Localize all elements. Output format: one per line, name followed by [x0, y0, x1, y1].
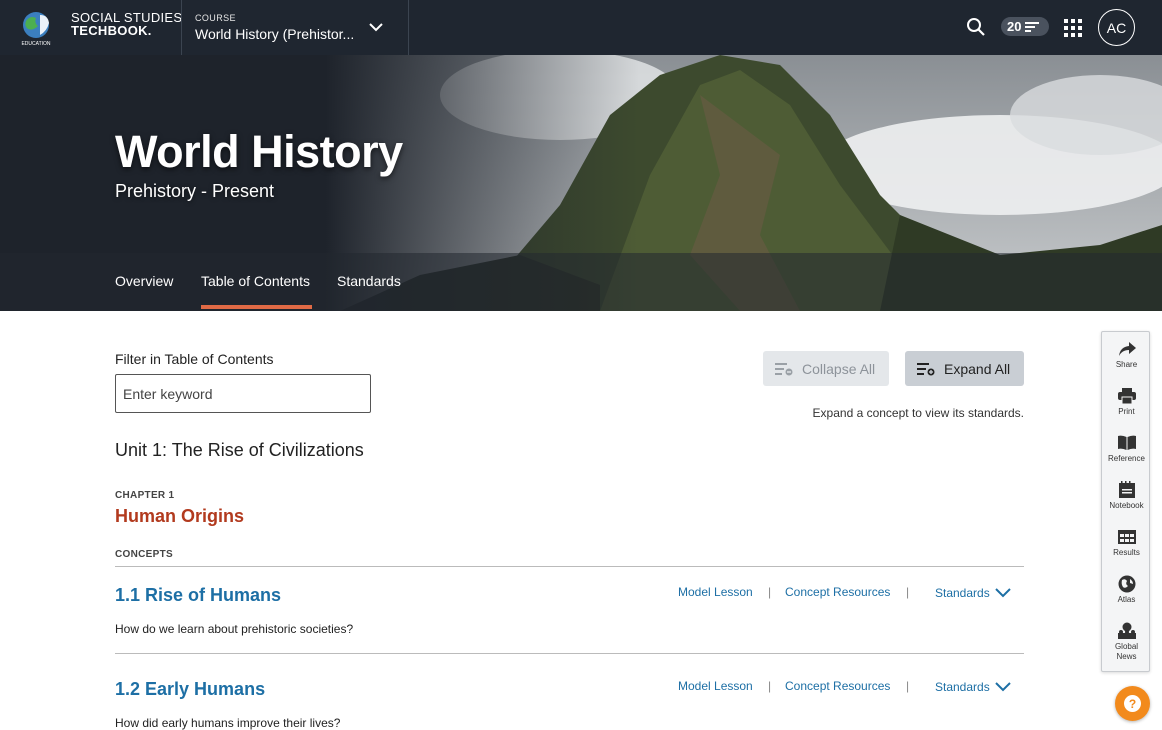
model-lesson-link[interactable]: Model Lesson [678, 679, 753, 693]
sidebar-label: News [1116, 652, 1137, 661]
collapse-list-icon [775, 362, 793, 375]
expand-list-icon [917, 362, 935, 375]
expand-all-label: Expand All [944, 360, 1011, 377]
print-button[interactable]: Print [1102, 387, 1151, 417]
course-name: World History (Prehistor... [195, 26, 355, 42]
tab-standards[interactable]: Standards [337, 273, 401, 289]
apps-grid-icon[interactable] [1064, 19, 1082, 37]
link-separator: | [906, 585, 910, 599]
reference-button[interactable]: Reference [1102, 434, 1151, 464]
share-button[interactable]: Share [1102, 340, 1151, 370]
concepts-label: CONCEPTS [115, 549, 173, 560]
course-label: COURSE [195, 13, 236, 23]
user-avatar[interactable]: AC [1098, 9, 1135, 46]
chapter-title[interactable]: Human Origins [115, 506, 244, 527]
standards-toggle[interactable]: Standards [935, 586, 990, 600]
globe-icon [1118, 575, 1135, 593]
help-button[interactable]: ? [1115, 686, 1150, 721]
notification-badge[interactable]: 20 [1001, 17, 1049, 36]
sidebar-label: Reference [1108, 454, 1145, 463]
notification-count: 20 [1007, 19, 1022, 34]
model-lesson-link[interactable]: Model Lesson [678, 585, 753, 599]
chevron-down-icon[interactable] [995, 588, 1011, 598]
filter-keyword-input[interactable] [115, 374, 371, 413]
link-separator: | [906, 679, 910, 693]
chevron-down-icon[interactable] [995, 682, 1011, 692]
unit-title: Unit 1: The Rise of Civilizations [115, 440, 364, 460]
notebook-button[interactable]: Notebook [1102, 481, 1151, 511]
page-subtitle: Prehistory - Present [115, 181, 275, 201]
divider [115, 653, 1024, 654]
concept-resources-link[interactable]: Concept Resources [785, 585, 890, 599]
divider [181, 0, 182, 55]
sidebar-label: Print [1118, 407, 1135, 416]
tool-sidebar: Share Print Reference Notebook Results A… [1101, 331, 1150, 672]
collapse-all-label: Collapse All [802, 360, 876, 377]
brand-line2: TECHBOOK. [71, 23, 152, 38]
concept-question: How did early humans improve their lives… [115, 716, 341, 730]
discovery-education-logo[interactable]: EDUCATION [14, 9, 58, 47]
global-news-button[interactable]: Global News [1102, 622, 1151, 662]
tab-overview[interactable]: Overview [115, 273, 173, 289]
divider [408, 0, 409, 55]
expand-all-button[interactable]: Expand All [905, 351, 1024, 386]
results-icon [1117, 530, 1136, 544]
sidebar-label: Atlas [1117, 595, 1136, 604]
link-separator: | [768, 585, 772, 599]
concept-title-1-1[interactable]: 1.1 Rise of Humans [115, 585, 281, 606]
question-mark-icon: ? [1124, 695, 1141, 712]
logo-sub: EDUCATION [21, 41, 50, 47]
concept-question: How do we learn about prehistoric societ… [115, 622, 354, 636]
search-icon[interactable] [966, 17, 986, 37]
book-icon [1117, 435, 1136, 450]
sidebar-label: Share [1115, 360, 1138, 369]
concept-title-1-2[interactable]: 1.2 Early Humans [115, 679, 265, 700]
sidebar-label: Notebook [1109, 501, 1144, 510]
active-tab-indicator [201, 305, 312, 309]
sidebar-label: Results [1113, 548, 1140, 557]
tab-table-of-contents[interactable]: Table of Contents [201, 273, 310, 289]
link-separator: | [768, 679, 772, 693]
atlas-button[interactable]: Atlas [1102, 575, 1151, 605]
global-news-icon [1117, 622, 1136, 639]
page-title: World History [115, 126, 403, 177]
concept-resources-link[interactable]: Concept Resources [785, 679, 890, 693]
chapter-label: CHAPTER 1 [115, 490, 175, 501]
standards-toggle[interactable]: Standards [935, 680, 990, 694]
course-tabs: Overview Table of Contents Standards [0, 253, 1162, 311]
course-selector[interactable]: COURSE World History (Prehistor... [195, 13, 354, 42]
results-button[interactable]: Results [1102, 528, 1151, 558]
sidebar-label: Global [1114, 642, 1139, 651]
brand-name[interactable]: SOCIAL STUDIES TECHBOOK. [71, 11, 182, 37]
expand-hint: Expand a concept to view its standards. [812, 406, 1024, 420]
notebook-icon [1118, 481, 1135, 498]
print-icon [1117, 388, 1136, 405]
share-icon [1118, 342, 1136, 356]
list-icon [1025, 21, 1040, 32]
filter-label: Filter in Table of Contents [115, 351, 274, 367]
top-navigation-bar: EDUCATION SOCIAL STUDIES TECHBOOK. COURS… [0, 0, 1162, 55]
divider [115, 566, 1024, 567]
chevron-down-icon[interactable] [368, 19, 384, 35]
collapse-all-button[interactable]: Collapse All [763, 351, 889, 386]
course-hero-banner: World History Prehistory - Present Overv… [0, 55, 1162, 311]
